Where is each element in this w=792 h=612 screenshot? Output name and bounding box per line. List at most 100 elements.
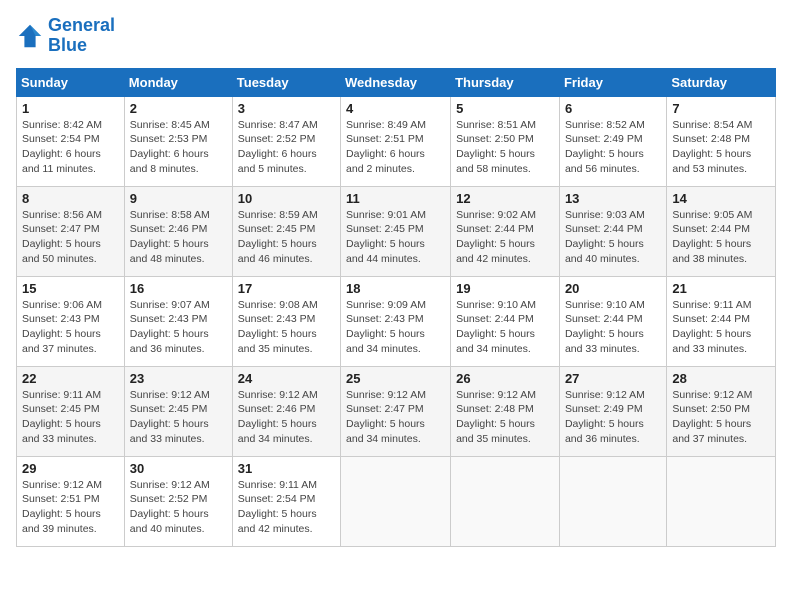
calendar-cell: 17 Sunrise: 9:08 AM Sunset: 2:43 PM Dayl…: [232, 276, 340, 366]
day-number: 17: [238, 281, 335, 296]
logo-icon: [16, 22, 44, 50]
day-number: 29: [22, 461, 119, 476]
week-row-3: 15 Sunrise: 9:06 AM Sunset: 2:43 PM Dayl…: [17, 276, 776, 366]
calendar-cell: 4 Sunrise: 8:49 AM Sunset: 2:51 PM Dayli…: [341, 96, 451, 186]
calendar-cell: 12 Sunrise: 9:02 AM Sunset: 2:44 PM Dayl…: [451, 186, 560, 276]
day-number: 7: [672, 101, 770, 116]
day-info: Sunrise: 8:54 AM Sunset: 2:48 PM Dayligh…: [672, 118, 770, 177]
week-row-2: 8 Sunrise: 8:56 AM Sunset: 2:47 PM Dayli…: [17, 186, 776, 276]
calendar-cell: 23 Sunrise: 9:12 AM Sunset: 2:45 PM Dayl…: [124, 366, 232, 456]
day-number: 31: [238, 461, 335, 476]
calendar-cell: 2 Sunrise: 8:45 AM Sunset: 2:53 PM Dayli…: [124, 96, 232, 186]
day-info: Sunrise: 9:07 AM Sunset: 2:43 PM Dayligh…: [130, 298, 227, 357]
day-number: 12: [456, 191, 554, 206]
weekday-tuesday: Tuesday: [232, 68, 340, 96]
day-info: Sunrise: 9:06 AM Sunset: 2:43 PM Dayligh…: [22, 298, 119, 357]
weekday-sunday: Sunday: [17, 68, 125, 96]
calendar-cell: 15 Sunrise: 9:06 AM Sunset: 2:43 PM Dayl…: [17, 276, 125, 366]
day-number: 13: [565, 191, 661, 206]
day-info: Sunrise: 8:52 AM Sunset: 2:49 PM Dayligh…: [565, 118, 661, 177]
weekday-wednesday: Wednesday: [341, 68, 451, 96]
calendar-cell: 29 Sunrise: 9:12 AM Sunset: 2:51 PM Dayl…: [17, 456, 125, 546]
day-info: Sunrise: 9:11 AM Sunset: 2:54 PM Dayligh…: [238, 478, 335, 537]
day-number: 23: [130, 371, 227, 386]
day-number: 1: [22, 101, 119, 116]
calendar-cell: 13 Sunrise: 9:03 AM Sunset: 2:44 PM Dayl…: [559, 186, 666, 276]
day-number: 27: [565, 371, 661, 386]
day-number: 24: [238, 371, 335, 386]
day-number: 18: [346, 281, 445, 296]
day-info: Sunrise: 8:47 AM Sunset: 2:52 PM Dayligh…: [238, 118, 335, 177]
calendar-cell: 5 Sunrise: 8:51 AM Sunset: 2:50 PM Dayli…: [451, 96, 560, 186]
day-number: 8: [22, 191, 119, 206]
calendar-cell: 28 Sunrise: 9:12 AM Sunset: 2:50 PM Dayl…: [667, 366, 776, 456]
day-info: Sunrise: 9:12 AM Sunset: 2:48 PM Dayligh…: [456, 388, 554, 447]
day-number: 22: [22, 371, 119, 386]
day-info: Sunrise: 9:08 AM Sunset: 2:43 PM Dayligh…: [238, 298, 335, 357]
day-info: Sunrise: 9:03 AM Sunset: 2:44 PM Dayligh…: [565, 208, 661, 267]
day-info: Sunrise: 9:12 AM Sunset: 2:46 PM Dayligh…: [238, 388, 335, 447]
day-number: 30: [130, 461, 227, 476]
day-number: 15: [22, 281, 119, 296]
day-info: Sunrise: 9:12 AM Sunset: 2:45 PM Dayligh…: [130, 388, 227, 447]
calendar-cell: 14 Sunrise: 9:05 AM Sunset: 2:44 PM Dayl…: [667, 186, 776, 276]
week-row-1: 1 Sunrise: 8:42 AM Sunset: 2:54 PM Dayli…: [17, 96, 776, 186]
calendar-cell: 6 Sunrise: 8:52 AM Sunset: 2:49 PM Dayli…: [559, 96, 666, 186]
day-info: Sunrise: 9:12 AM Sunset: 2:52 PM Dayligh…: [130, 478, 227, 537]
day-info: Sunrise: 9:02 AM Sunset: 2:44 PM Dayligh…: [456, 208, 554, 267]
day-info: Sunrise: 8:45 AM Sunset: 2:53 PM Dayligh…: [130, 118, 227, 177]
day-number: 20: [565, 281, 661, 296]
day-number: 3: [238, 101, 335, 116]
calendar-cell: [451, 456, 560, 546]
calendar-cell: 20 Sunrise: 9:10 AM Sunset: 2:44 PM Dayl…: [559, 276, 666, 366]
day-number: 11: [346, 191, 445, 206]
day-number: 4: [346, 101, 445, 116]
day-number: 2: [130, 101, 227, 116]
calendar-cell: 21 Sunrise: 9:11 AM Sunset: 2:44 PM Dayl…: [667, 276, 776, 366]
day-number: 21: [672, 281, 770, 296]
day-info: Sunrise: 9:12 AM Sunset: 2:51 PM Dayligh…: [22, 478, 119, 537]
week-row-5: 29 Sunrise: 9:12 AM Sunset: 2:51 PM Dayl…: [17, 456, 776, 546]
calendar-cell: 9 Sunrise: 8:58 AM Sunset: 2:46 PM Dayli…: [124, 186, 232, 276]
day-number: 6: [565, 101, 661, 116]
day-number: 5: [456, 101, 554, 116]
calendar-cell: 31 Sunrise: 9:11 AM Sunset: 2:54 PM Dayl…: [232, 456, 340, 546]
day-info: Sunrise: 8:42 AM Sunset: 2:54 PM Dayligh…: [22, 118, 119, 177]
calendar-cell: 3 Sunrise: 8:47 AM Sunset: 2:52 PM Dayli…: [232, 96, 340, 186]
week-row-4: 22 Sunrise: 9:11 AM Sunset: 2:45 PM Dayl…: [17, 366, 776, 456]
weekday-monday: Monday: [124, 68, 232, 96]
calendar-cell: [667, 456, 776, 546]
day-info: Sunrise: 8:49 AM Sunset: 2:51 PM Dayligh…: [346, 118, 445, 177]
weekday-header-row: SundayMondayTuesdayWednesdayThursdayFrid…: [17, 68, 776, 96]
calendar-cell: 30 Sunrise: 9:12 AM Sunset: 2:52 PM Dayl…: [124, 456, 232, 546]
calendar-cell: [341, 456, 451, 546]
calendar-cell: 1 Sunrise: 8:42 AM Sunset: 2:54 PM Dayli…: [17, 96, 125, 186]
day-number: 19: [456, 281, 554, 296]
day-info: Sunrise: 8:59 AM Sunset: 2:45 PM Dayligh…: [238, 208, 335, 267]
calendar-cell: 10 Sunrise: 8:59 AM Sunset: 2:45 PM Dayl…: [232, 186, 340, 276]
calendar-cell: 7 Sunrise: 8:54 AM Sunset: 2:48 PM Dayli…: [667, 96, 776, 186]
calendar-cell: 24 Sunrise: 9:12 AM Sunset: 2:46 PM Dayl…: [232, 366, 340, 456]
day-info: Sunrise: 9:11 AM Sunset: 2:44 PM Dayligh…: [672, 298, 770, 357]
day-info: Sunrise: 9:01 AM Sunset: 2:45 PM Dayligh…: [346, 208, 445, 267]
calendar-cell: 26 Sunrise: 9:12 AM Sunset: 2:48 PM Dayl…: [451, 366, 560, 456]
day-info: Sunrise: 9:09 AM Sunset: 2:43 PM Dayligh…: [346, 298, 445, 357]
calendar-cell: 22 Sunrise: 9:11 AM Sunset: 2:45 PM Dayl…: [17, 366, 125, 456]
weekday-friday: Friday: [559, 68, 666, 96]
calendar-cell: 8 Sunrise: 8:56 AM Sunset: 2:47 PM Dayli…: [17, 186, 125, 276]
day-number: 28: [672, 371, 770, 386]
day-number: 25: [346, 371, 445, 386]
logo-text: General Blue: [48, 16, 115, 56]
calendar-cell: 27 Sunrise: 9:12 AM Sunset: 2:49 PM Dayl…: [559, 366, 666, 456]
logo: General Blue: [16, 16, 115, 56]
day-info: Sunrise: 9:05 AM Sunset: 2:44 PM Dayligh…: [672, 208, 770, 267]
calendar-cell: 25 Sunrise: 9:12 AM Sunset: 2:47 PM Dayl…: [341, 366, 451, 456]
day-info: Sunrise: 9:12 AM Sunset: 2:47 PM Dayligh…: [346, 388, 445, 447]
calendar-cell: 11 Sunrise: 9:01 AM Sunset: 2:45 PM Dayl…: [341, 186, 451, 276]
calendar-table: SundayMondayTuesdayWednesdayThursdayFrid…: [16, 68, 776, 547]
calendar-cell: 18 Sunrise: 9:09 AM Sunset: 2:43 PM Dayl…: [341, 276, 451, 366]
day-info: Sunrise: 9:12 AM Sunset: 2:49 PM Dayligh…: [565, 388, 661, 447]
day-info: Sunrise: 9:10 AM Sunset: 2:44 PM Dayligh…: [456, 298, 554, 357]
page-header: General Blue: [16, 16, 776, 56]
day-info: Sunrise: 9:11 AM Sunset: 2:45 PM Dayligh…: [22, 388, 119, 447]
